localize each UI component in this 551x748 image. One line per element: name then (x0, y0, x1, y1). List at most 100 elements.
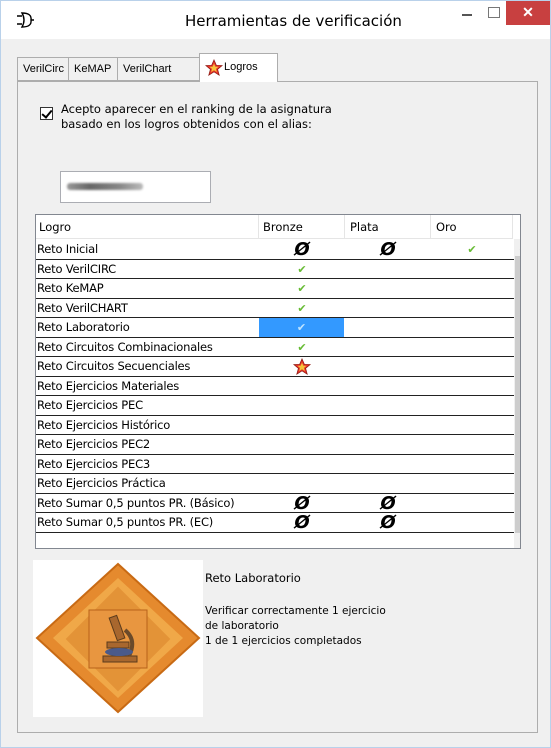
cell-bronze[interactable] (259, 357, 345, 376)
cell-oro[interactable] (431, 357, 513, 376)
logro-name: Reto Sumar 0,5 puntos PR. (EC) (37, 515, 214, 529)
cell-oro[interactable] (431, 377, 513, 396)
cell-bronze[interactable] (259, 474, 345, 493)
cell-oro[interactable] (431, 435, 513, 454)
logro-name: Reto VerilCIRC (37, 261, 116, 276)
cell-oro[interactable] (431, 279, 513, 298)
table-header: Logro Bronze Plata Oro (36, 215, 513, 239)
cell-bronze[interactable]: Ø (259, 240, 345, 259)
cell-oro[interactable]: ✔ (431, 240, 513, 259)
table-row[interactable]: Reto Circuitos Combinacionales ✔ (36, 338, 514, 357)
logro-name: Reto Inicial (37, 242, 98, 256)
cell-bronze[interactable] (259, 396, 345, 415)
table-row[interactable]: Reto Ejercicios PEC3 (36, 455, 514, 474)
logros-table: Logro Bronze Plata Oro Reto Inicial Ø Ø ✔ Re… (35, 214, 521, 549)
column-header-plata[interactable]: Plata (345, 215, 431, 239)
ranking-checkbox[interactable] (40, 107, 53, 120)
cell-bronze[interactable] (259, 455, 345, 474)
cell-oro[interactable] (431, 416, 513, 435)
table-row[interactable]: Reto VerilCHART ✔ (36, 299, 514, 318)
cell-plata[interactable] (345, 455, 431, 474)
table-row[interactable]: Reto VerilCIRC ✔ (36, 260, 514, 279)
vertical-scrollbar[interactable]: ▲ ▼ (514, 239, 520, 548)
check-icon: ✔ (467, 243, 477, 256)
cell-plata[interactable] (345, 396, 431, 415)
cell-plata[interactable] (345, 416, 431, 435)
close-button[interactable]: ✕ (506, 1, 550, 25)
cell-plata[interactable] (345, 474, 431, 493)
logros-panel: Acepto aparecer en el ranking de la asig… (17, 81, 538, 733)
table-row[interactable]: Reto Ejercicios Materiales (36, 377, 514, 396)
cell-plata[interactable] (345, 279, 431, 298)
table-body: Reto Inicial Ø Ø ✔ Reto VerilCIRC ✔ Reto KeMAP… (36, 240, 514, 533)
cell-bronze[interactable] (259, 416, 345, 435)
logro-name: Reto Circuitos Secuenciales (37, 359, 191, 373)
cell-bronze[interactable]: ✔ (259, 279, 345, 298)
cell-oro[interactable] (431, 474, 513, 493)
cell-bronze[interactable]: Ø (259, 513, 345, 532)
minimize-button[interactable] (458, 1, 478, 27)
table-row[interactable]: Reto Inicial Ø Ø ✔ (36, 240, 514, 260)
check-icon: ✔ (297, 340, 307, 354)
column-header-oro[interactable]: Oro (431, 215, 513, 239)
title-bar[interactable]: Herramientas de verificación ✕ (1, 1, 550, 39)
maximize-button[interactable] (485, 1, 505, 27)
table-row[interactable]: Reto Circuitos Secuenciales (36, 357, 514, 377)
tab-label: KeMAP (74, 63, 112, 75)
cell-bronze[interactable]: Ø (259, 494, 345, 513)
cell-oro[interactable] (431, 513, 513, 532)
cell-plata[interactable]: Ø (345, 494, 431, 513)
table-row[interactable]: Reto Ejercicios Práctica (36, 474, 514, 494)
tab-verilcirc[interactable]: VerilCirc (17, 57, 69, 81)
cell-plata[interactable] (345, 338, 431, 357)
logro-name: Reto VerilCHART (37, 300, 128, 315)
logro-name: Reto Ejercicios Histórico (37, 417, 171, 432)
cell-bronze[interactable]: ✔ (259, 260, 345, 279)
cell-plata[interactable]: Ø (345, 240, 431, 259)
cell-bronze[interactable] (259, 435, 345, 454)
table-row[interactable]: Reto Laboratorio ✔ (36, 318, 514, 338)
tab-logros[interactable]: Logros (199, 53, 278, 82)
locked-icon: Ø (380, 492, 396, 514)
cell-plata[interactable] (345, 260, 431, 279)
cell-oro[interactable] (431, 260, 513, 279)
cell-oro[interactable] (431, 338, 513, 357)
app-gate-icon (17, 12, 34, 28)
table-row[interactable]: Reto Sumar 0,5 puntos PR. (EC) Ø Ø (36, 513, 514, 533)
table-row[interactable]: Reto Ejercicios PEC2 (36, 435, 514, 455)
cell-plata[interactable] (345, 318, 431, 337)
cell-plata[interactable] (345, 377, 431, 396)
cell-plata[interactable] (345, 435, 431, 454)
table-row[interactable]: Reto Sumar 0,5 puntos PR. (Básico) Ø Ø (36, 494, 514, 513)
alias-field[interactable] (60, 171, 211, 203)
table-row[interactable]: Reto Ejercicios PEC (36, 396, 514, 416)
cell-oro[interactable] (431, 299, 513, 318)
tab-verilchart[interactable]: VerilChart (117, 57, 200, 81)
scroll-up-icon[interactable]: ▲ (514, 239, 520, 256)
cell-plata[interactable] (345, 357, 431, 376)
scroll-thumb[interactable] (515, 256, 520, 533)
scroll-down-icon[interactable]: ▼ (514, 533, 520, 548)
tab-label: VerilChart (123, 63, 172, 75)
table-row[interactable]: Reto Ejercicios Histórico (36, 416, 514, 435)
detail-title: Reto Laboratorio (205, 571, 301, 585)
cell-bronze[interactable]: ✔ (259, 299, 345, 318)
check-icon: ✔ (297, 262, 307, 276)
cell-bronze[interactable] (259, 377, 345, 396)
star-icon (205, 59, 223, 77)
logro-name: Reto Ejercicios Práctica (37, 476, 166, 490)
column-header-logro[interactable]: Logro (36, 215, 259, 239)
cell-bronze[interactable]: ✔ (259, 318, 344, 337)
cell-oro[interactable] (431, 396, 513, 415)
cell-plata[interactable] (345, 299, 431, 318)
cell-oro[interactable] (431, 494, 513, 513)
cell-oro[interactable] (431, 318, 513, 337)
column-header-bronze[interactable]: Bronze (259, 215, 345, 239)
cell-oro[interactable] (431, 455, 513, 474)
cell-plata[interactable]: Ø (345, 513, 431, 532)
table-row[interactable]: Reto KeMAP ✔ (36, 279, 514, 299)
tab-kemap[interactable]: KeMAP (68, 57, 118, 81)
detail-description: Verificar correctamente 1 ejercicio de l… (205, 605, 386, 647)
cell-bronze[interactable]: ✔ (259, 338, 345, 357)
microscope-badge-icon (33, 560, 203, 717)
